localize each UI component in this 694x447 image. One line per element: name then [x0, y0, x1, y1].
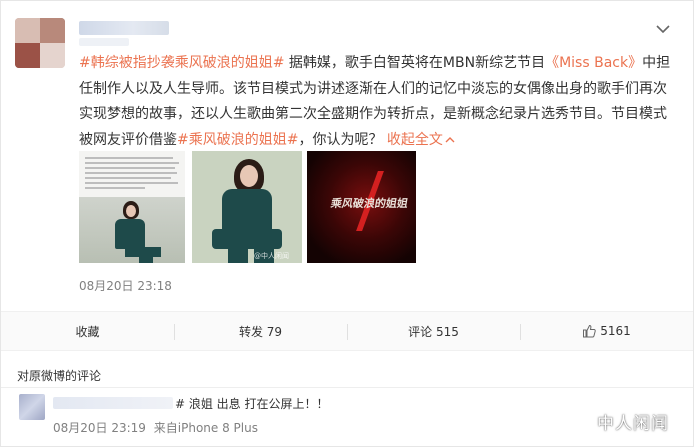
topic-link[interactable]: #乘风破浪的姐姐# [177, 132, 298, 148]
weibo-post-card: #韩综被指抄袭乘风破浪的姐姐# 据韩媒，歌手白智英将在MBN新综艺节目《Miss… [0, 0, 694, 447]
show-logo: 乘风破浪的姐姐 [329, 197, 410, 210]
watermark-text: 中人闲闻 [597, 414, 669, 434]
repost-button[interactable]: 转发 79 [174, 312, 347, 350]
user-meta-blurred [79, 38, 129, 46]
divider [1, 387, 693, 388]
chevron-down-icon[interactable] [655, 23, 671, 35]
show-link[interactable]: 《Miss Back》 [545, 55, 642, 71]
thumbs-up-icon [583, 324, 596, 338]
action-bar: 收藏 转发 79 评论 515 5161 [1, 311, 693, 351]
repost-label: 转发 79 [238, 324, 283, 339]
image-watermark: @中人闲闻 [254, 252, 289, 260]
comments-header: 对原微博的评论 [17, 369, 102, 383]
comment-time: 08月20日 23:19 [53, 421, 146, 435]
comment-username-blurred[interactable] [53, 397, 173, 409]
like-button[interactable]: 5161 [520, 312, 693, 350]
topic-link[interactable]: #韩综被指抄袭乘风破浪的姐姐# [79, 55, 284, 71]
collapse-text-link[interactable]: 收起全文 [387, 132, 443, 148]
post-text: #韩综被指抄袭乘风破浪的姐姐# 据韩媒，歌手白智英将在MBN新综艺节目《Miss… [79, 51, 675, 153]
watermark: 中人闲闻 [575, 409, 669, 434]
post-image[interactable] [79, 151, 185, 263]
username-blurred[interactable] [79, 21, 169, 35]
comment-source: 来自iPhone 8 Plus [153, 421, 258, 435]
comment-text: # 浪姐 出息 打在公屏上！！ [175, 397, 329, 411]
watermark-logo-icon [575, 413, 593, 430]
post-text-segment: ，你认为呢？ [298, 131, 387, 148]
comment-meta: 08月20日 23:19 来自iPhone 8 Plus [53, 419, 258, 436]
avatar[interactable] [15, 18, 65, 68]
favorite-label: 收藏 [75, 324, 100, 339]
comment-avatar[interactable] [19, 394, 45, 420]
post-text-segment: 据韩媒，歌手白智英将在MBN新综艺节目 [284, 55, 546, 71]
chevron-up-icon[interactable] [445, 136, 455, 144]
comment-label: 评论 515 [408, 324, 459, 339]
post-image[interactable]: 乘风破浪的姐姐 [307, 151, 416, 263]
favorite-button[interactable]: 收藏 [1, 312, 174, 350]
post-image[interactable]: @中人闲闻 [192, 151, 302, 263]
comment-button[interactable]: 评论 515 [347, 312, 520, 350]
post-timestamp[interactable]: 08月20日 23:18 [79, 277, 172, 294]
like-count: 5161 [600, 324, 631, 338]
